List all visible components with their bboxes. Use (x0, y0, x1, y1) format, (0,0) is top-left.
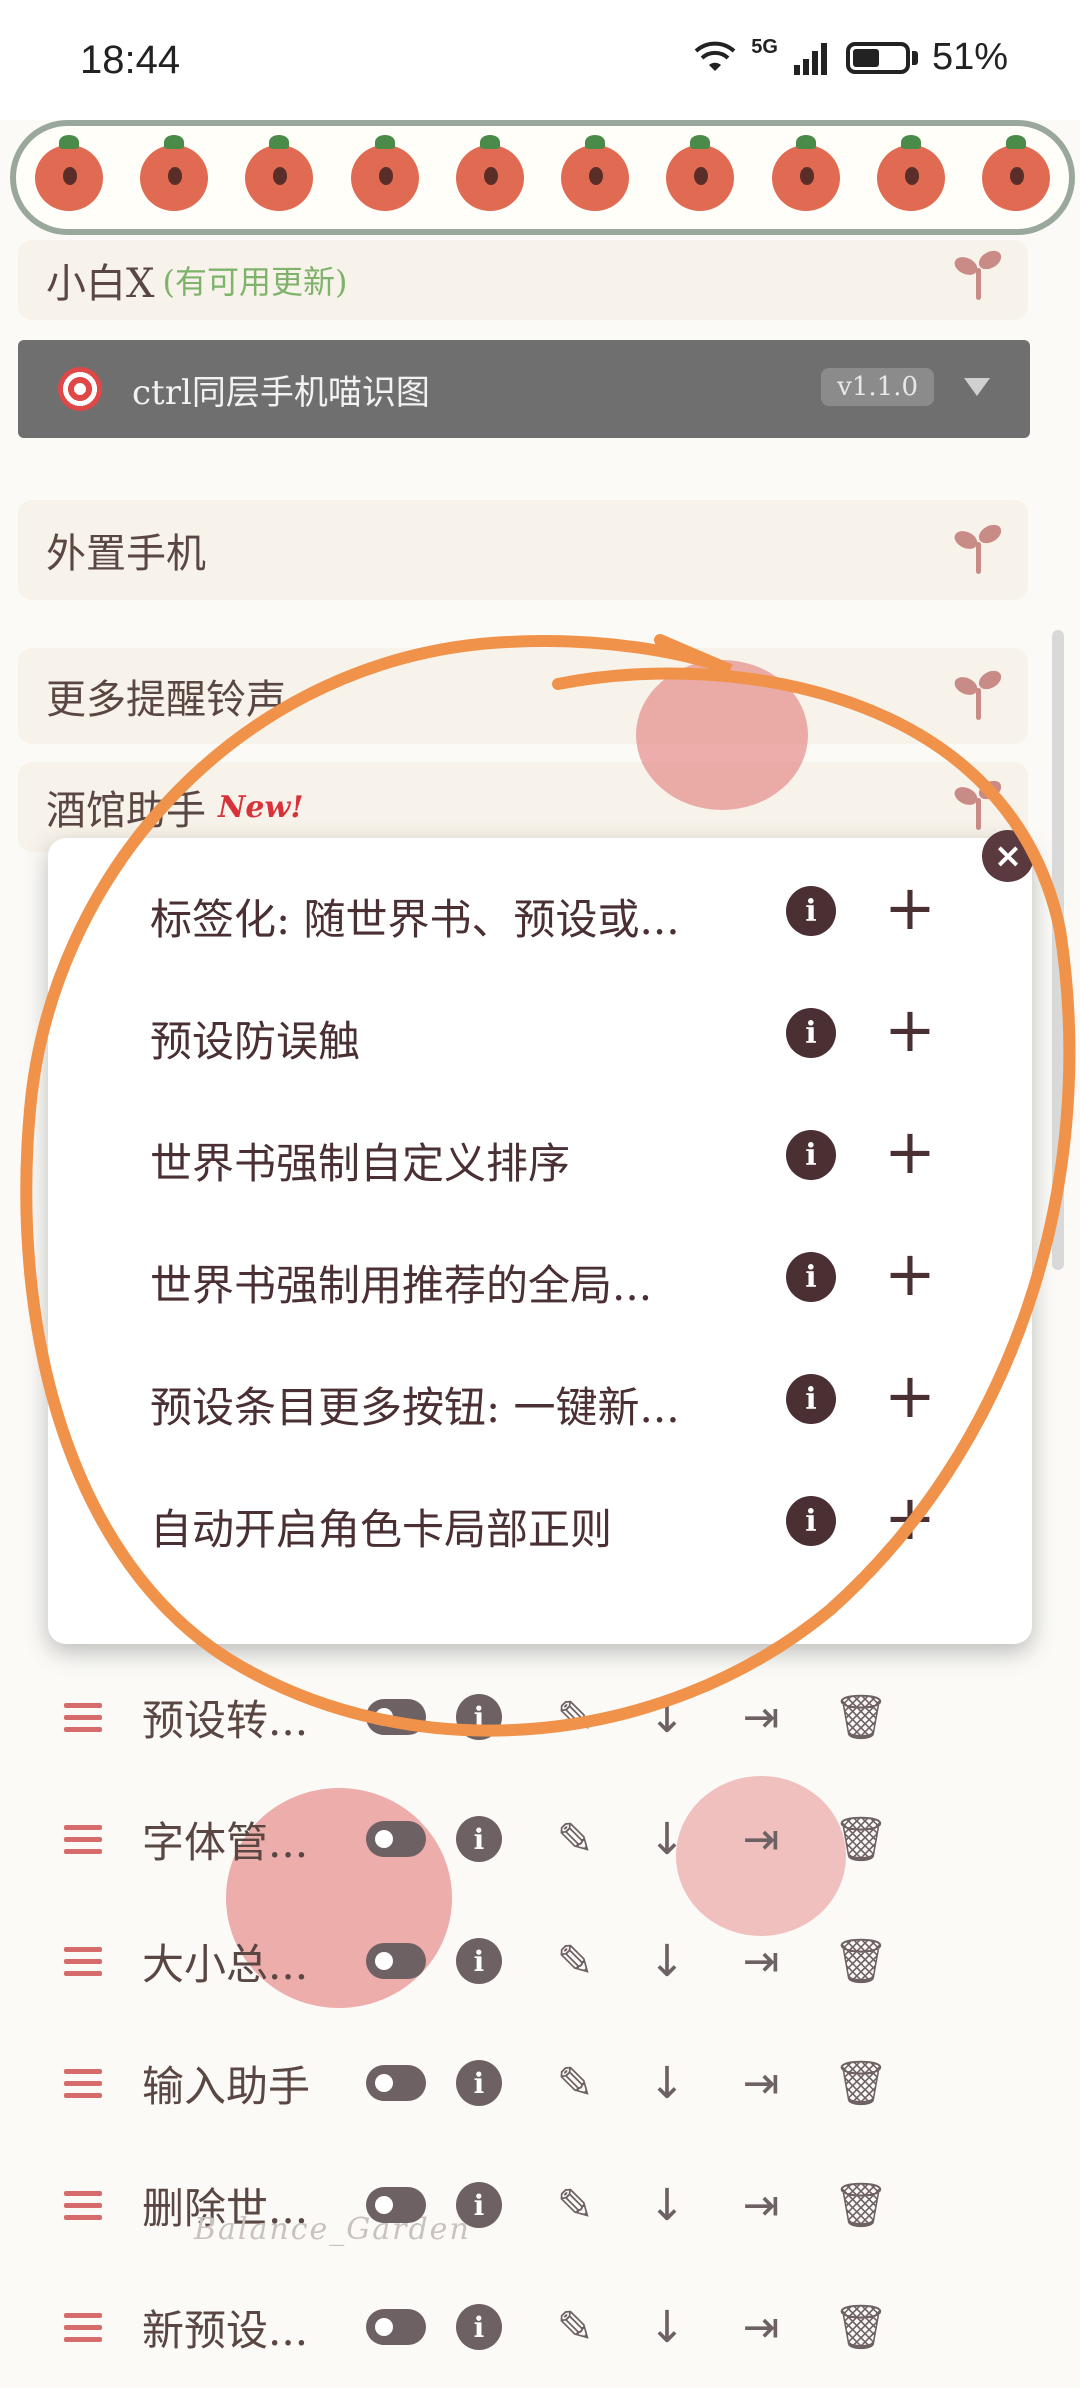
info-icon[interactable]: i (456, 2060, 502, 2106)
tomato-icon (34, 134, 103, 211)
panel-external-phone[interactable]: 外置手机 (18, 500, 1028, 600)
target-icon (58, 367, 102, 411)
drag-handle-icon[interactable] (64, 1940, 102, 1983)
script-label: 字体管... (142, 1817, 309, 1867)
script-label: 大小总... (142, 1939, 309, 1989)
tomato-icon (455, 134, 524, 211)
battery-icon (845, 41, 910, 74)
edit-pencil-icon[interactable]: ✎ (552, 1936, 598, 1987)
info-icon[interactable]: i (456, 2304, 502, 2350)
signal-icon (793, 42, 827, 75)
export-icon[interactable]: ⇥ (738, 2302, 784, 2353)
export-icon[interactable]: ⇥ (738, 1936, 784, 1987)
clock: 18:44 (80, 38, 181, 82)
trash-icon[interactable]: 🗑 (833, 2180, 889, 2231)
sprout-icon (951, 247, 1005, 302)
trash-icon[interactable]: 🗑 (833, 2058, 889, 2109)
tomato-icon (350, 134, 419, 211)
drag-handle-icon[interactable] (64, 2184, 102, 2227)
trash-icon[interactable]: 🗑 (833, 2302, 889, 2353)
battery-tip (911, 50, 918, 65)
network-label: 5G (751, 36, 778, 58)
sprout-icon (951, 521, 1005, 576)
script-row[interactable]: 新预设... i ✎ ↓ ⇥ 🗑 (0, 2266, 1080, 2388)
move-down-icon[interactable]: ↓ (644, 2302, 690, 2353)
tomato-icon (666, 134, 735, 211)
info-icon[interactable]: i (456, 1938, 502, 1984)
script-row[interactable]: 删除世... i ✎ ↓ ⇥ 🗑 (0, 2144, 1080, 2266)
trash-icon[interactable]: 🗑 (833, 1814, 889, 1865)
script-row[interactable]: 输入助手 i ✎ ↓ ⇥ 🗑 (0, 2022, 1080, 2144)
battery-percent: 51% (931, 36, 1008, 78)
enable-toggle[interactable] (366, 2065, 426, 2101)
trash-icon[interactable]: 🗑 (833, 1936, 889, 1987)
edit-pencil-icon[interactable]: ✎ (552, 2180, 598, 2231)
version-badge: v1.1.0 (821, 368, 934, 406)
move-down-icon[interactable]: ↓ (644, 2058, 690, 2109)
watermark: Balance_Garden (194, 2212, 471, 2247)
enable-toggle[interactable] (366, 2309, 426, 2345)
move-down-icon[interactable]: ↓ (644, 2180, 690, 2231)
script-row[interactable]: 大小总... i ✎ ↓ ⇥ 🗑 (0, 1900, 1080, 2022)
tomato-icon (245, 134, 314, 211)
script-label: 新预设... (142, 2305, 309, 2355)
edit-pencil-icon[interactable]: ✎ (552, 2058, 598, 2109)
status-bar: 18:44 5G 51% (0, 0, 1080, 120)
tomato-icon (139, 134, 208, 211)
panel-title: 外置手机 (46, 531, 206, 577)
script-label: 输入助手 (142, 2061, 311, 2111)
enable-toggle[interactable] (366, 1943, 426, 1979)
panel-title: 小白X (46, 261, 155, 307)
info-icon[interactable]: i (456, 1816, 502, 1862)
enable-toggle[interactable] (366, 1821, 426, 1857)
tomato-icon (877, 134, 946, 211)
script-bar-ctrl[interactable]: ctrl同层手机喵识图 v1.1.0 (18, 340, 1030, 438)
drag-handle-icon[interactable] (64, 2306, 102, 2349)
panel-xiaobai[interactable]: 小白X (有可用更新) (18, 240, 1028, 320)
move-down-icon[interactable]: ↓ (644, 1936, 690, 1987)
script-name: ctrl同层手机喵识图 (132, 372, 430, 413)
wifi-icon (694, 41, 736, 71)
drag-handle-icon[interactable] (64, 2062, 102, 2105)
script-row[interactable]: 字体管... i ✎ ↓ ⇥ 🗑 (0, 1778, 1080, 1900)
update-available-note: (有可用更新) (162, 263, 348, 301)
export-icon[interactable]: ⇥ (738, 2058, 784, 2109)
move-down-icon[interactable]: ↓ (644, 1814, 690, 1865)
edit-pencil-icon[interactable]: ✎ (552, 1814, 598, 1865)
drag-handle-icon[interactable] (64, 1818, 102, 1861)
orange-circle-annotation (20, 634, 1076, 1737)
export-icon[interactable]: ⇥ (738, 2180, 784, 2231)
tomato-icon (771, 134, 840, 211)
tomato-icon (561, 134, 630, 211)
dropdown-caret-icon[interactable] (964, 378, 990, 396)
status-icons: 5G 51% (693, 36, 1008, 79)
tomato-banner (10, 120, 1075, 235)
tomato-icon (982, 134, 1051, 211)
export-icon[interactable]: ⇥ (738, 1814, 784, 1865)
edit-pencil-icon[interactable]: ✎ (552, 2302, 598, 2353)
